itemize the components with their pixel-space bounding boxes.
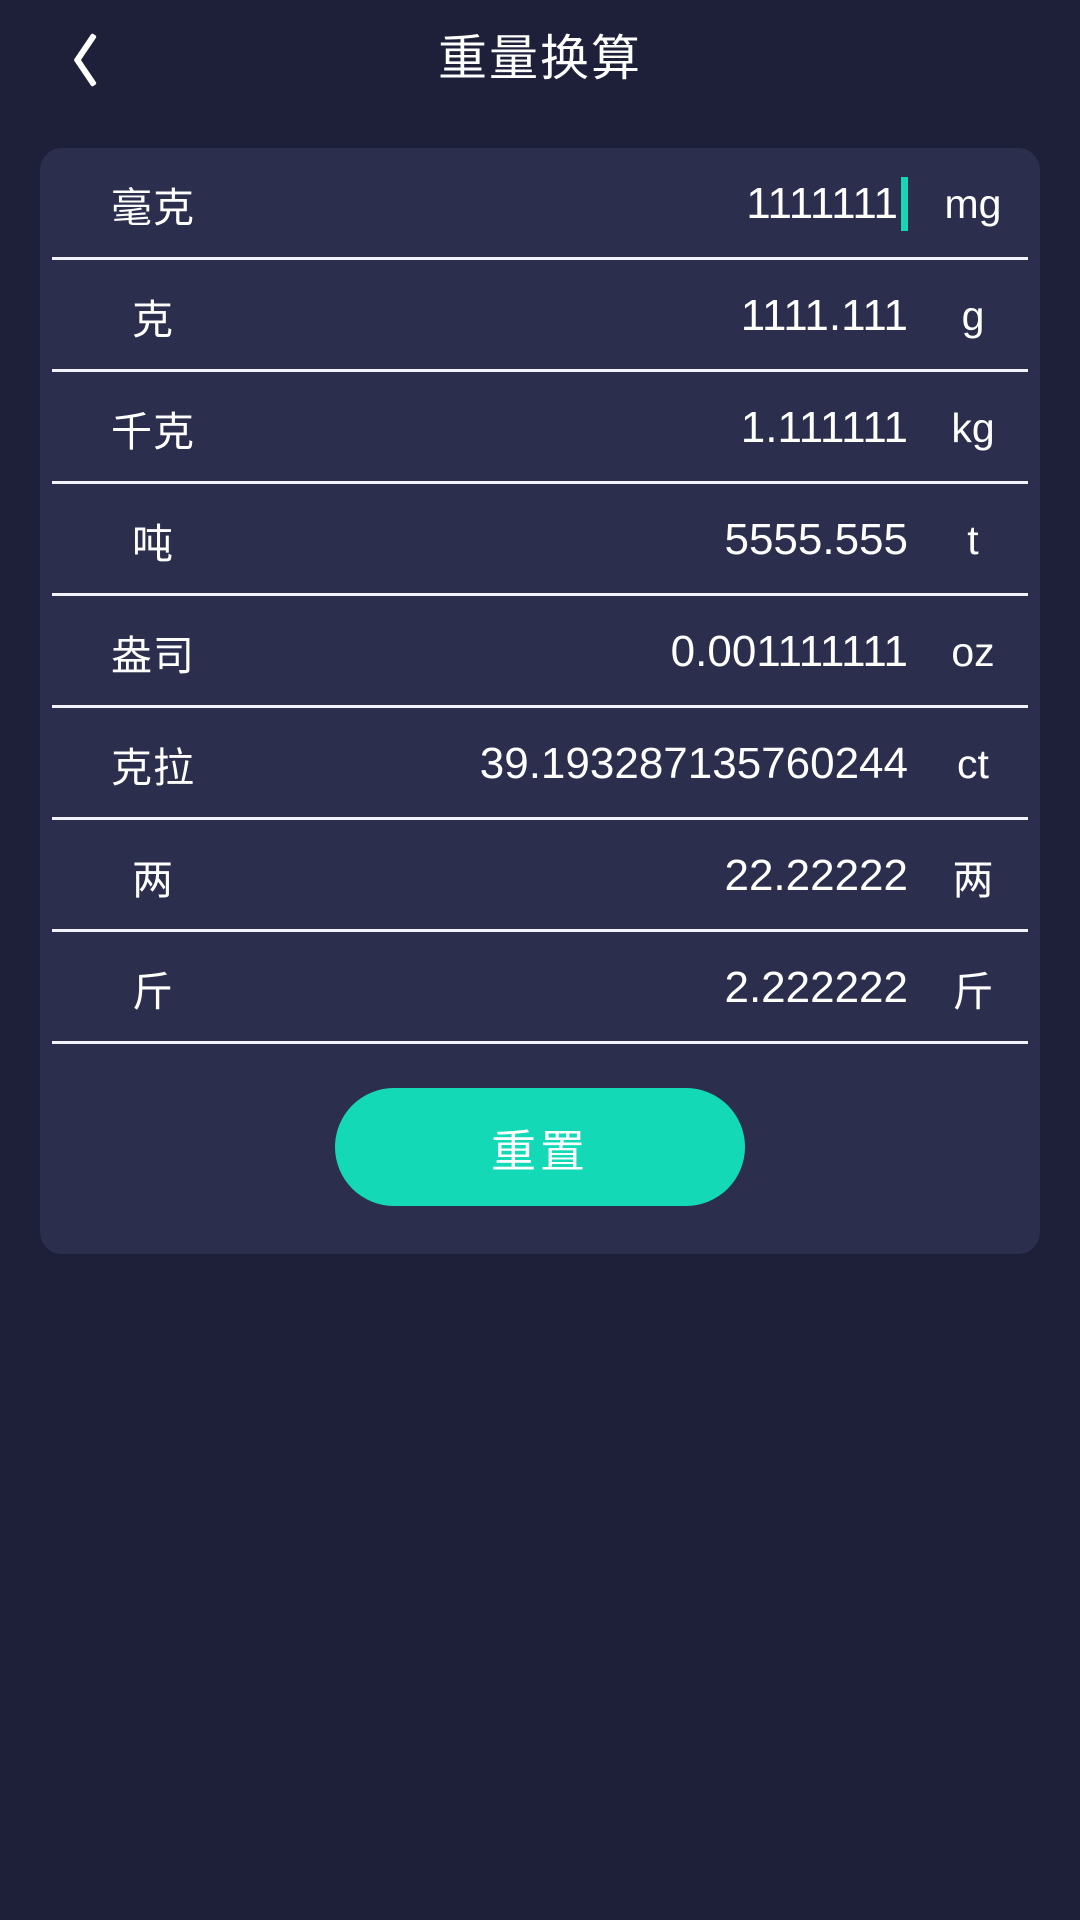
weight-converter-screen: 重量换算 毫克 1111111 mg 克 1111.111 g 千克 1.111111 kg 吨 5…	[0, 0, 1080, 1920]
value-input[interactable]: 2.222222	[258, 963, 914, 1013]
back-button[interactable]	[30, 0, 130, 118]
unit-name-label: 斤	[132, 969, 174, 1015]
value-text: 2.222222	[724, 963, 908, 1012]
value-text: 0.001111111	[670, 627, 908, 676]
reset-area: 重置	[40, 1044, 1040, 1246]
value-input[interactable]: 1.111111	[258, 403, 914, 453]
value-text: 1.111111	[740, 403, 908, 452]
value-text: 1111.111	[740, 291, 908, 340]
row-separator	[52, 1041, 1028, 1044]
unit-abbreviation: g	[961, 292, 985, 339]
value-text: 1111111	[746, 179, 898, 228]
conversion-row[interactable]: 克拉 39.193287135760244 ct	[40, 708, 1040, 820]
unit-abbreviation: ct	[957, 740, 989, 787]
chevron-left-icon	[61, 29, 99, 89]
unit-name-label: 克拉	[111, 745, 195, 791]
value-input[interactable]: 22.22222	[258, 851, 914, 901]
value-input[interactable]: 39.193287135760244	[258, 739, 914, 789]
value-input[interactable]: 1111.111	[258, 291, 914, 341]
conversion-row[interactable]: 斤 2.222222 斤	[40, 932, 1040, 1044]
value-text: 39.193287135760244	[479, 739, 908, 788]
conversion-row[interactable]: 克 1111.111 g	[40, 260, 1040, 372]
value-text: 22.22222	[724, 851, 908, 900]
conversion-row[interactable]: 毫克 1111111 mg	[40, 148, 1040, 260]
conversion-row-list: 毫克 1111111 mg 克 1111.111 g 千克 1.111111 kg 吨 5555.5…	[40, 148, 1040, 1044]
unit-name-label: 盎司	[111, 633, 195, 679]
unit-name-label: 吨	[132, 521, 174, 567]
conversion-card: 毫克 1111111 mg 克 1111.111 g 千克 1.111111 kg 吨 5555.5…	[40, 148, 1040, 1254]
reset-button[interactable]: 重置	[335, 1088, 745, 1206]
conversion-row[interactable]: 吨 5555.555 t	[40, 484, 1040, 596]
value-input[interactable]: 1111111	[258, 177, 914, 231]
unit-name-label: 千克	[111, 409, 195, 455]
unit-abbreviation: t	[967, 516, 979, 563]
unit-name-label: 毫克	[111, 185, 195, 231]
app-header: 重量换算	[0, 0, 1080, 118]
value-text: 5555.555	[724, 515, 908, 564]
conversion-row[interactable]: 千克 1.111111 kg	[40, 372, 1040, 484]
text-cursor	[901, 177, 908, 231]
value-input[interactable]: 0.001111111	[258, 627, 914, 677]
unit-name-label: 两	[132, 857, 174, 903]
unit-abbreviation: 斤	[952, 969, 994, 1015]
unit-abbreviation: mg	[944, 180, 1002, 227]
unit-abbreviation: oz	[951, 628, 995, 675]
conversion-row[interactable]: 盎司 0.001111111 oz	[40, 596, 1040, 708]
unit-abbreviation: 两	[952, 857, 994, 903]
conversion-row[interactable]: 两 22.22222 两	[40, 820, 1040, 932]
value-input[interactable]: 5555.555	[258, 515, 914, 565]
unit-abbreviation: kg	[951, 404, 995, 451]
unit-name-label: 克	[132, 297, 174, 343]
page-title: 重量换算	[437, 31, 642, 86]
